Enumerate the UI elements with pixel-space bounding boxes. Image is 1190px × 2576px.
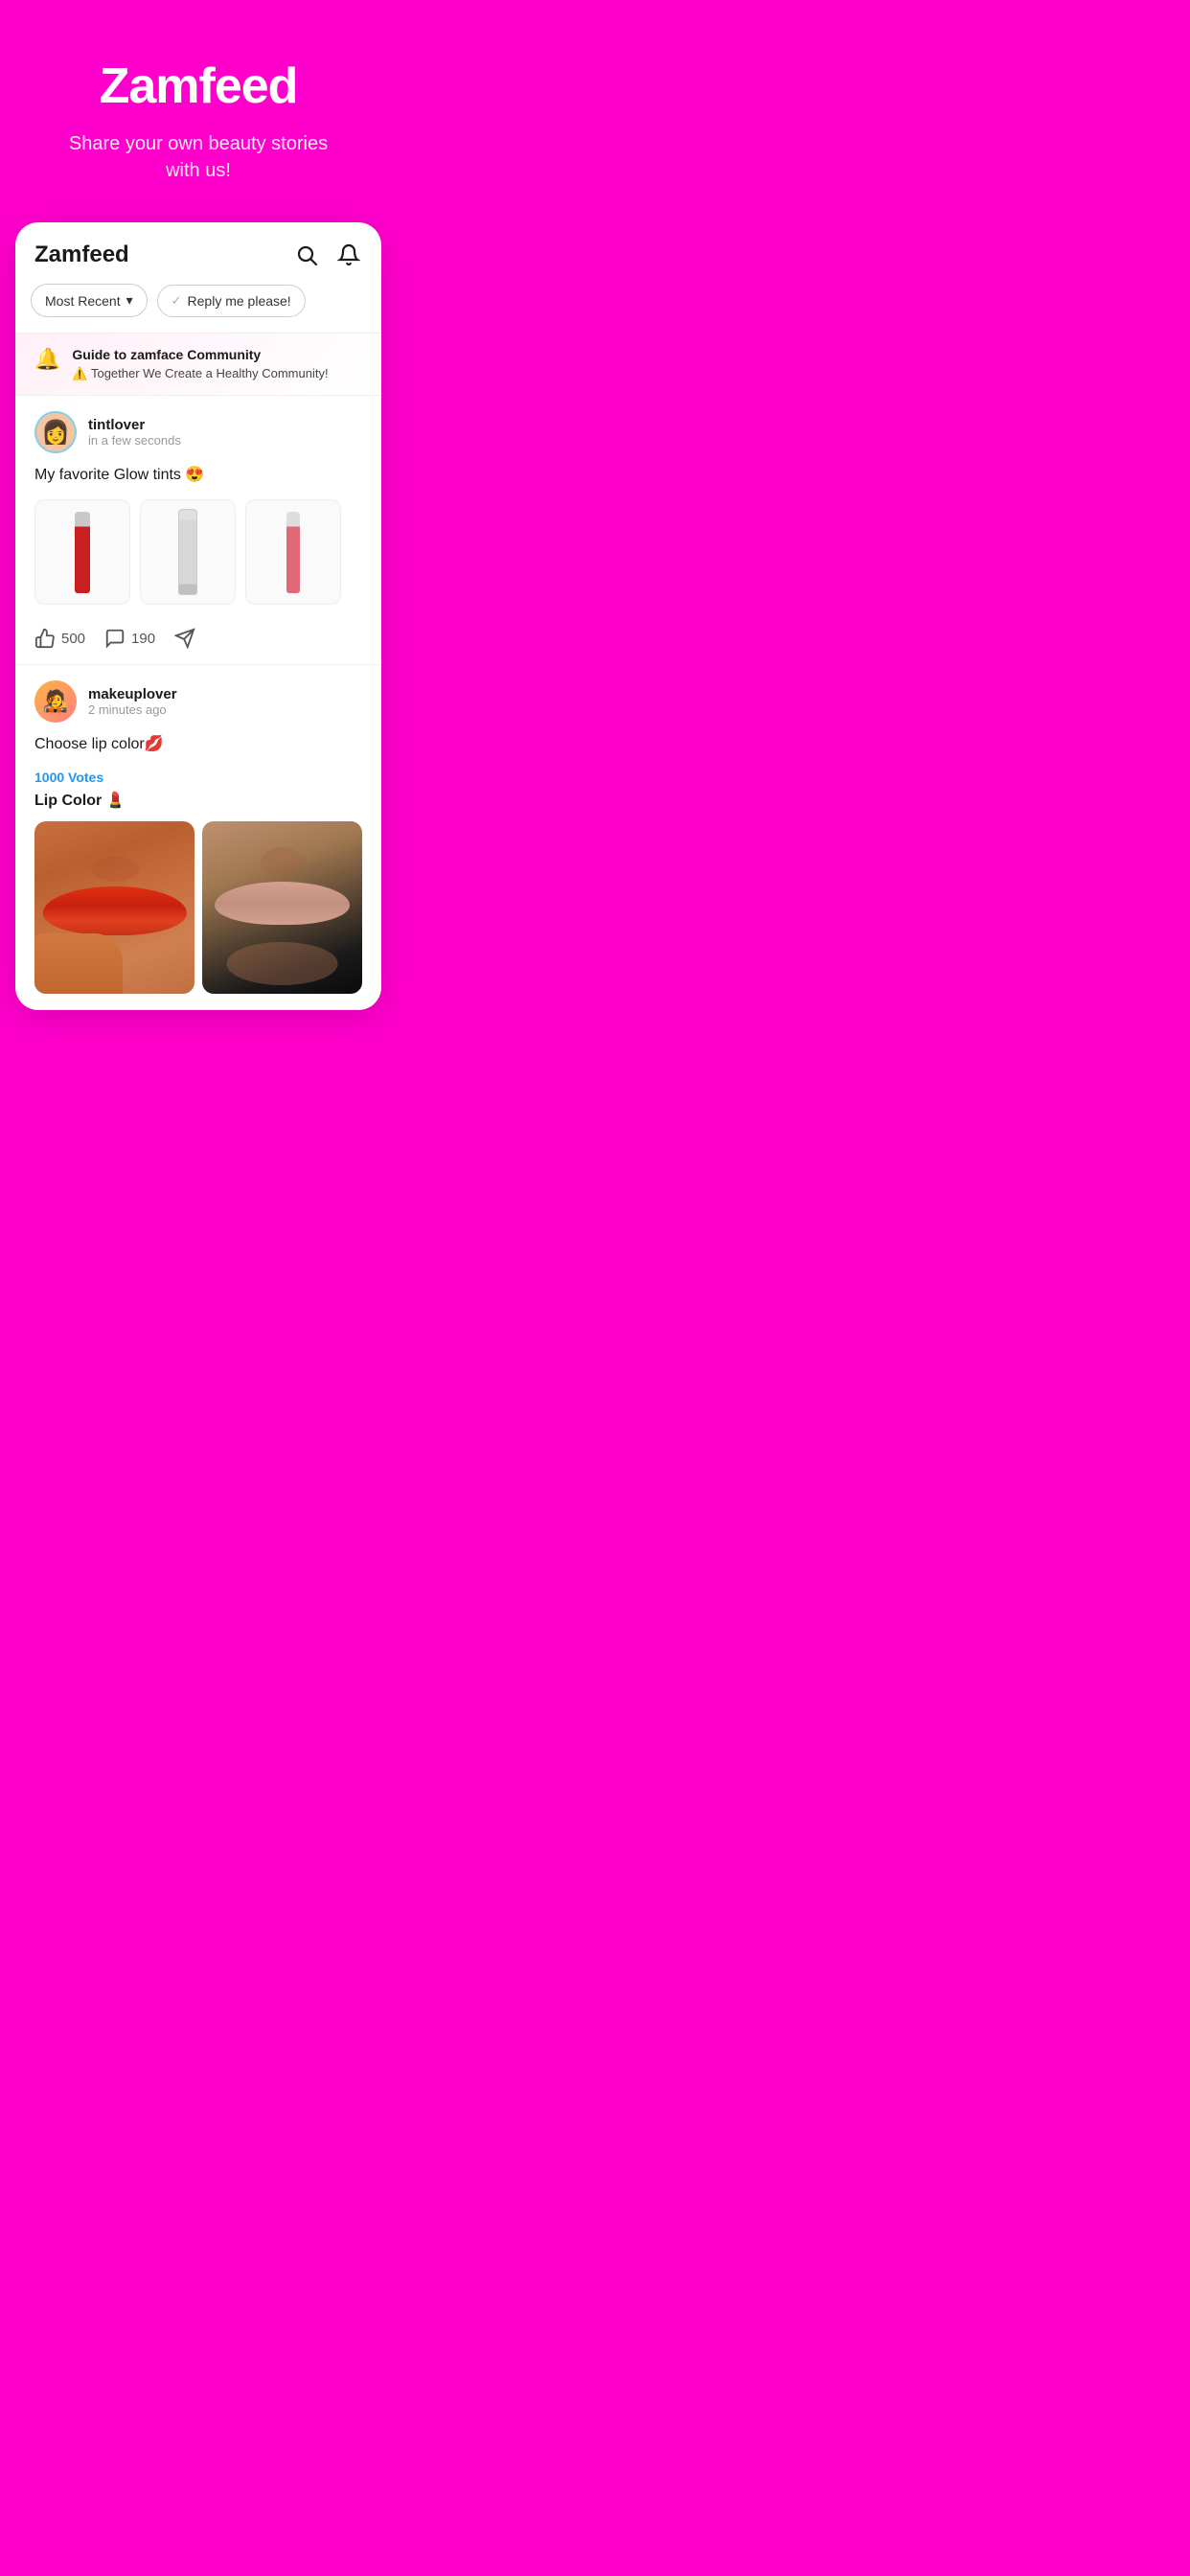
- tag-check: ✓: [172, 293, 182, 309]
- post-header-2: 🧑‍🎤 makeuplover 2 minutes ago: [34, 680, 362, 723]
- announcement-body: ⚠️ Together We Create a Healthy Communit…: [72, 366, 362, 381]
- comment-button-1[interactable]: 190: [104, 628, 155, 649]
- poll-title: Lip Color 💄: [34, 791, 362, 810]
- announcement-bar: 🔔 Guide to zamface Community ⚠️ Together…: [15, 333, 381, 396]
- post-text-1: My favorite Glow tints 😍: [34, 465, 362, 486]
- hero-section: Zamfeed Share your own beauty stories wi…: [0, 0, 397, 222]
- votes-text: 1000 Votes: [34, 770, 362, 785]
- user-info-tintlover: tintlover in a few seconds: [88, 417, 362, 448]
- post-makeuplover: 🧑‍🎤 makeuplover 2 minutes ago Choose lip…: [15, 665, 381, 1009]
- user-info-makeuplover: makeuplover 2 minutes ago: [88, 686, 362, 717]
- post-text-2: Choose lip color💋: [34, 734, 362, 755]
- post-time-2: 2 minutes ago: [88, 702, 362, 717]
- main-card: Zamfeed Most Recent ▾ ✓ Reply me: [15, 222, 381, 1010]
- hero-subtitle: Share your own beauty stories with us!: [55, 130, 342, 184]
- like-button-1[interactable]: 500: [34, 628, 85, 649]
- product-images: [34, 499, 362, 605]
- username-makeuplover: makeuplover: [88, 686, 362, 702]
- tag-label: Reply me please!: [188, 293, 291, 309]
- username-tintlover: tintlover: [88, 417, 362, 433]
- lip-photo-left[interactable]: [34, 821, 195, 994]
- announcement-title: Guide to zamface Community: [72, 347, 362, 362]
- post-actions-1: 500 190: [34, 618, 362, 649]
- share-button-1[interactable]: [174, 628, 195, 649]
- sort-label: Most Recent: [45, 293, 121, 309]
- announcement-content: Guide to zamface Community ⚠️ Together W…: [72, 347, 362, 381]
- product-image-1[interactable]: [34, 499, 130, 605]
- avatar-makeuplover: 🧑‍🎤: [34, 680, 77, 723]
- app-logo: Zamfeed: [34, 242, 129, 268]
- header-icons: [293, 242, 362, 268]
- like-count-1: 500: [61, 631, 85, 647]
- sort-arrow: ▾: [126, 292, 133, 309]
- product-image-3[interactable]: [245, 499, 341, 605]
- app-header: Zamfeed: [15, 222, 381, 284]
- hero-title: Zamfeed: [100, 58, 298, 115]
- lip-photos: [34, 821, 362, 994]
- notification-icon[interactable]: [335, 242, 362, 268]
- post-header-1: 👩 tintlover in a few seconds: [34, 411, 362, 453]
- sort-filter-button[interactable]: Most Recent ▾: [31, 284, 148, 317]
- post-time-1: in a few seconds: [88, 433, 362, 448]
- comment-count-1: 190: [131, 631, 155, 647]
- filter-bar: Most Recent ▾ ✓ Reply me please!: [15, 284, 381, 333]
- lip-photo-right[interactable]: [202, 821, 362, 994]
- tag-filter-button[interactable]: ✓ Reply me please!: [157, 285, 306, 317]
- avatar-tintlover: 👩: [34, 411, 77, 453]
- search-icon[interactable]: [293, 242, 320, 268]
- post-tintlover: 👩 tintlover in a few seconds My favorite…: [15, 396, 381, 665]
- announcement-bell-icon: 🔔: [34, 347, 60, 372]
- product-image-2[interactable]: [140, 499, 236, 605]
